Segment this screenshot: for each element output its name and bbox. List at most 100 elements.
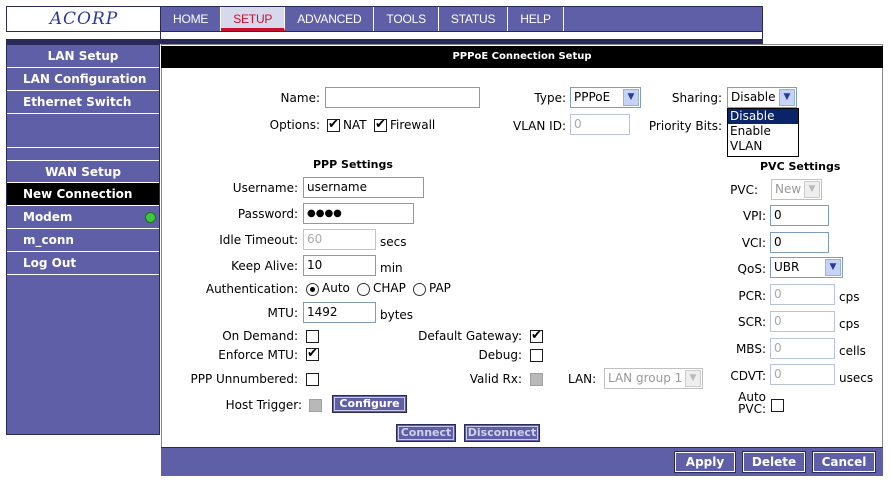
tab-home[interactable]: HOME xyxy=(161,7,222,31)
vci-label: VCI: xyxy=(741,236,766,250)
auth-auto-radio[interactable] xyxy=(306,283,319,296)
scr-label: SCR: xyxy=(737,315,766,329)
tab-help[interactable]: HELP xyxy=(508,7,564,31)
valid-rx-label: Valid Rx: xyxy=(469,372,522,386)
cdvt-unit: usecs xyxy=(839,371,874,385)
mtu-input[interactable]: 1492 xyxy=(303,302,376,323)
authentication-label: Authentication: xyxy=(205,282,298,296)
on-demand-checkbox[interactable] xyxy=(306,330,319,343)
chevron-down-icon: ▼ xyxy=(623,89,639,106)
lan-label: LAN: xyxy=(568,372,597,386)
auto-pvc-checkbox[interactable] xyxy=(771,399,784,412)
sharing-option-disable[interactable]: Disable xyxy=(728,109,798,124)
sidebar-heading-wan: WAN Setup xyxy=(7,160,159,183)
lan-group-value: LAN group 1 xyxy=(608,371,683,385)
vpi-input[interactable]: 0 xyxy=(770,205,829,226)
idle-timeout-input[interactable]: 60 xyxy=(303,229,376,250)
tab-tools[interactable]: TOOLS xyxy=(374,7,439,31)
debug-label: Debug: xyxy=(478,348,522,362)
apply-button[interactable]: Apply xyxy=(674,451,736,473)
username-input[interactable]: username xyxy=(303,177,424,198)
mbs-input[interactable]: 0 xyxy=(770,338,835,359)
sharing-select[interactable]: Disable ▼ xyxy=(727,87,797,108)
acorp-logo: ACORP xyxy=(49,9,119,29)
pcr-label: PCR: xyxy=(738,289,766,303)
ppp-unnumbered-checkbox[interactable] xyxy=(306,373,319,386)
tab-status[interactable]: STATUS xyxy=(439,7,509,31)
vpi-label: VPI: xyxy=(742,209,766,223)
chevron-down-icon: ▼ xyxy=(825,259,841,276)
enforce-mtu-checkbox[interactable]: ✔ xyxy=(306,347,319,361)
sharing-select-value: Disable xyxy=(731,90,776,104)
cdvt-label: CDVT: xyxy=(730,369,766,383)
vci-input[interactable]: 0 xyxy=(770,232,829,253)
auto-pvc-label: Auto PVC: xyxy=(700,391,766,415)
sidebar-item-new-connection[interactable]: New Connection xyxy=(7,183,159,206)
keep-alive-input[interactable]: 10 xyxy=(303,255,376,276)
tab-setup[interactable]: SETUP xyxy=(221,7,286,31)
sharing-option-enable[interactable]: Enable xyxy=(728,124,798,139)
lan-group-select[interactable]: LAN group 1 ▼ xyxy=(604,368,703,389)
cancel-button[interactable]: Cancel xyxy=(812,451,876,473)
password-label: Password: xyxy=(237,207,298,221)
configure-button[interactable]: Configure xyxy=(332,395,407,413)
status-dot-icon xyxy=(145,212,156,223)
nat-label: NAT xyxy=(343,118,367,132)
pvc-settings-heading: PVC Settings xyxy=(760,160,841,173)
qos-select[interactable]: UBR ▼ xyxy=(770,257,843,278)
default-gateway-checkbox[interactable]: ✔ xyxy=(530,329,543,343)
sidebar-item-m-conn[interactable]: m_conn xyxy=(7,229,159,252)
disconnect-button[interactable]: Disconnect xyxy=(464,424,540,442)
pcr-input[interactable]: 0 xyxy=(770,284,835,305)
pvc-select-value: New xyxy=(775,182,802,196)
auth-auto-label: Auto xyxy=(322,281,350,295)
ppp-unnumbered-label: PPP Unnumbered: xyxy=(190,372,298,386)
chevron-down-icon: ▼ xyxy=(779,89,795,106)
scr-input[interactable]: 0 xyxy=(770,311,835,332)
sidebar-item-label: Modem xyxy=(23,210,73,224)
pvc-select[interactable]: New ▼ xyxy=(771,179,822,200)
debug-checkbox[interactable] xyxy=(530,349,543,362)
sidebar-item-lan-configuration[interactable]: LAN Configuration xyxy=(7,68,159,91)
name-input[interactable] xyxy=(325,87,480,108)
idle-timeout-unit: secs xyxy=(380,235,407,249)
sharing-option-vlan[interactable]: VLAN xyxy=(728,139,798,154)
keep-alive-label: Keep Alive: xyxy=(231,259,298,273)
chevron-down-icon: ▼ xyxy=(685,370,701,387)
idle-timeout-label: Idle Timeout: xyxy=(219,233,298,247)
type-select-value: PPPoE xyxy=(574,90,611,104)
sidebar-item-ethernet-switch[interactable]: Ethernet Switch xyxy=(7,91,159,114)
auth-pap-label: PAP xyxy=(429,281,451,295)
keep-alive-unit: min xyxy=(380,261,403,275)
host-trigger-checkbox[interactable] xyxy=(309,399,322,412)
on-demand-label: On Demand: xyxy=(222,329,298,343)
sidebar-item-log-out[interactable]: Log Out xyxy=(7,252,159,275)
auth-chap-radio[interactable] xyxy=(357,283,370,296)
nat-checkbox[interactable]: ✔ xyxy=(327,118,340,132)
sidebar-item-modem[interactable]: Modem xyxy=(7,206,159,229)
sidebar-heading-lan: LAN Setup xyxy=(7,45,159,68)
delete-button[interactable]: Delete xyxy=(742,451,806,473)
host-trigger-label: Host Trigger: xyxy=(225,398,302,412)
qos-select-value: UBR xyxy=(774,260,800,274)
connect-button[interactable]: Connect xyxy=(396,424,456,442)
options-label: Options: xyxy=(269,118,320,132)
cdvt-input[interactable]: 0 xyxy=(770,364,835,385)
vlan-id-label: VLAN ID: xyxy=(513,119,566,133)
pcr-unit: cps xyxy=(839,290,860,304)
qos-label: QoS: xyxy=(737,262,766,276)
valid-rx-checkbox[interactable] xyxy=(530,373,543,386)
type-select[interactable]: PPPoE ▼ xyxy=(570,87,641,108)
auth-pap-radio[interactable] xyxy=(413,283,426,296)
auth-chap-label: CHAP xyxy=(373,281,406,295)
password-input[interactable]: ●●●● xyxy=(303,203,414,224)
priority-bits-label: Priority Bits: xyxy=(648,119,722,133)
enforce-mtu-label: Enforce MTU: xyxy=(218,348,298,362)
firewall-checkbox[interactable]: ✔ xyxy=(374,118,387,132)
sidebar-gap xyxy=(7,114,159,148)
vlan-id-input[interactable]: 0 xyxy=(570,114,630,135)
scr-unit: cps xyxy=(839,317,860,331)
tab-advanced[interactable]: ADVANCED xyxy=(285,7,375,31)
mtu-label: MTU: xyxy=(267,306,298,320)
mbs-unit: cells xyxy=(839,344,866,358)
